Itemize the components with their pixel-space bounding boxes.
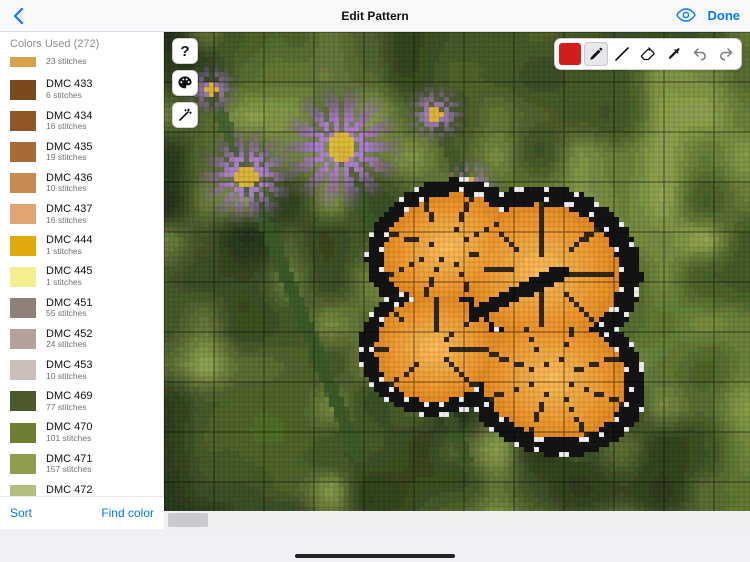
stitch-count: 55 stitches (46, 309, 92, 318)
eraser-tool[interactable] (636, 42, 660, 66)
color-row[interactable]: DMC 43519 stitches (0, 136, 163, 167)
color-swatch (10, 423, 36, 443)
preview-button[interactable] (676, 8, 696, 22)
palette-icon (177, 75, 193, 91)
eyedropper-tool[interactable] (662, 42, 686, 66)
active-color-chip[interactable] (558, 42, 582, 66)
stitch-count: 23 stitches (46, 57, 87, 66)
stitch-count: 6 stitches (46, 91, 92, 100)
scrollbar-thumb[interactable] (168, 513, 208, 527)
stitch-count: 10 stitches (46, 372, 92, 381)
color-swatch (10, 454, 36, 474)
stitch-count: 10 stitches (46, 184, 92, 193)
sort-button[interactable]: Sort (10, 506, 32, 520)
color-swatch (10, 360, 36, 380)
stitch-count: 157 stitches (46, 465, 92, 474)
header-bar: Edit Pattern Done (0, 0, 750, 32)
color-swatch (10, 329, 36, 349)
pencil-icon (588, 46, 604, 62)
color-row[interactable]: DMC 45310 stitches (0, 355, 163, 386)
color-list[interactable]: 23 stitches DMC 4336 stitchesDMC 43416 st… (0, 54, 163, 529)
stitch-count: 16 stitches (46, 216, 92, 225)
eraser-icon (640, 46, 656, 62)
color-row[interactable]: DMC 43716 stitches (0, 199, 163, 230)
eyedropper-icon (666, 46, 682, 62)
canvas-area (164, 32, 750, 529)
color-row[interactable]: DMC 45224 stitches (0, 324, 163, 355)
color-swatch (10, 204, 36, 224)
stitch-count: 19 stitches (46, 153, 92, 162)
color-swatch (10, 236, 36, 256)
horizontal-scrollbar[interactable] (164, 511, 750, 529)
stitch-count: 16 stitches (46, 122, 92, 131)
stitch-count: 101 stitches (46, 434, 92, 443)
sidebar: Colors Used (272) 23 stitches DMC 4336 st… (0, 32, 164, 529)
redo-icon (718, 46, 734, 62)
drawing-toolbar (554, 38, 742, 70)
color-code: DMC 453 (46, 360, 92, 372)
line-tool[interactable] (610, 42, 634, 66)
color-row[interactable]: DMC 471157 stitches (0, 448, 163, 479)
color-row[interactable]: DMC 45155 stitches (0, 292, 163, 323)
eye-icon (676, 8, 696, 22)
color-swatch (10, 142, 36, 162)
pattern-canvas[interactable] (164, 32, 750, 511)
home-indicator (295, 554, 455, 558)
stitch-count: 1 stitches (46, 247, 92, 256)
back-button[interactable] (6, 5, 32, 27)
palette-button[interactable] (172, 70, 198, 96)
color-swatch (10, 57, 36, 67)
done-button[interactable]: Done (708, 8, 741, 23)
undo-icon (692, 46, 708, 62)
stitch-count: 24 stitches (46, 340, 92, 349)
color-row[interactable]: DMC 43610 stitches (0, 168, 163, 199)
color-swatch (10, 80, 36, 100)
undo-button[interactable] (688, 42, 712, 66)
pencil-tool[interactable] (584, 42, 608, 66)
color-row[interactable]: DMC 4441 stitches (0, 230, 163, 261)
sidebar-footer: Sort Find color (0, 496, 164, 529)
wand-icon (177, 107, 193, 123)
help-button[interactable]: ? (172, 38, 198, 64)
color-swatch (10, 111, 36, 131)
sidebar-header: Colors Used (272) (0, 32, 163, 54)
color-row[interactable]: DMC 46977 stitches (0, 386, 163, 417)
line-icon (614, 46, 630, 62)
left-tool-column: ? (172, 38, 198, 128)
color-row[interactable]: 23 stitches (0, 54, 163, 74)
color-row[interactable]: DMC 470101 stitches (0, 417, 163, 448)
color-swatch (10, 173, 36, 193)
stitch-count: 77 stitches (46, 403, 92, 412)
color-code: DMC 437 (46, 204, 92, 216)
find-color-button[interactable]: Find color (101, 506, 154, 520)
color-swatch (10, 267, 36, 287)
stitch-count: 1 stitches (46, 278, 92, 287)
redo-button[interactable] (714, 42, 738, 66)
color-row[interactable]: DMC 4336 stitches (0, 74, 163, 105)
color-swatch (10, 298, 36, 318)
color-swatch (10, 391, 36, 411)
color-row[interactable]: DMC 43416 stitches (0, 105, 163, 136)
chevron-left-icon (12, 7, 26, 25)
page-title: Edit Pattern (341, 9, 408, 23)
magic-wand-button[interactable] (172, 102, 198, 128)
color-row[interactable]: DMC 4451 stitches (0, 261, 163, 292)
